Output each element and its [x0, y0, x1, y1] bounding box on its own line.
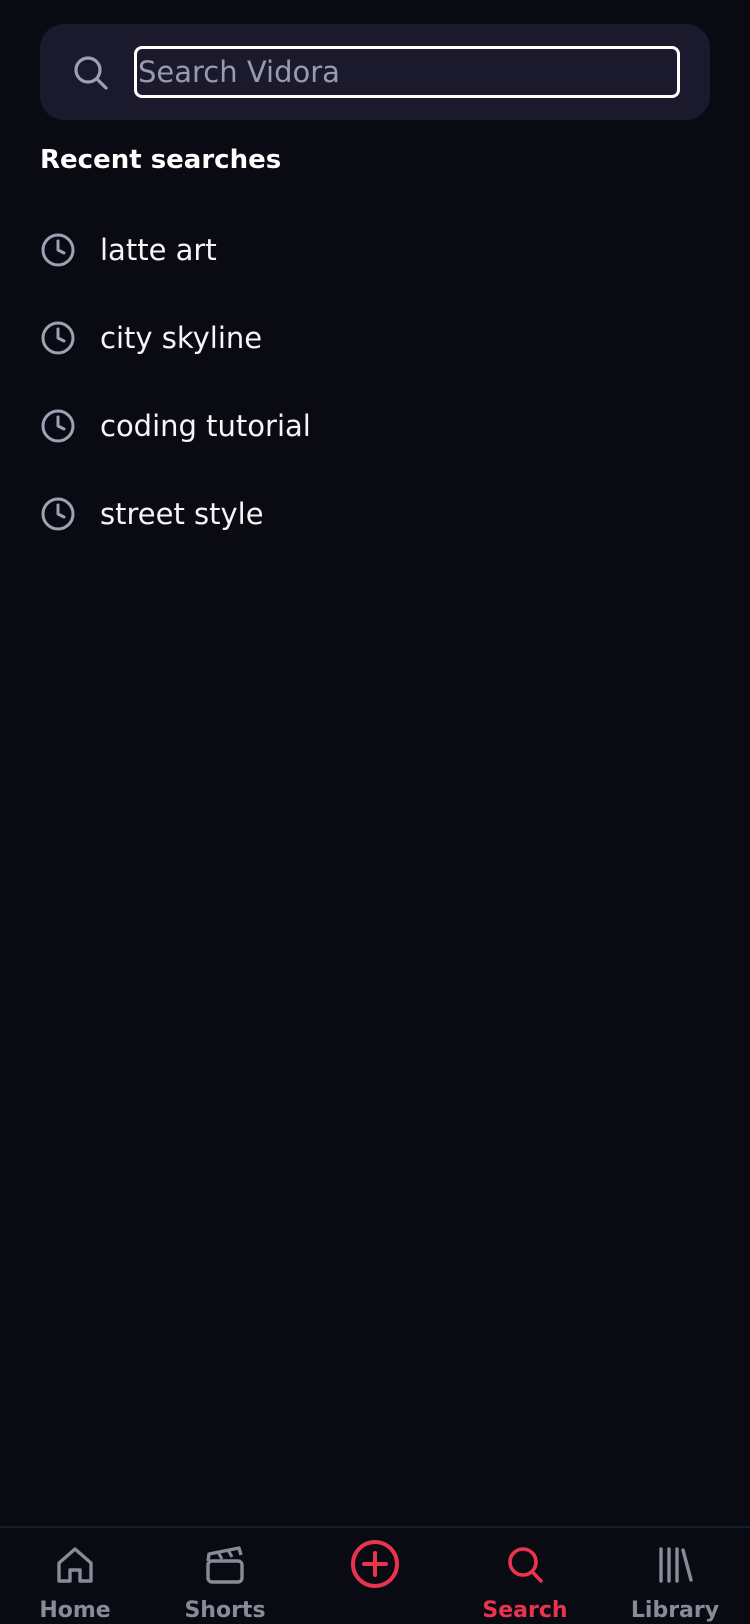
bottom-tab-bar: Home Shorts Search Library [0, 1526, 750, 1624]
tab-library-label: Library [630, 1598, 720, 1623]
create-plus-icon [351, 1540, 399, 1588]
recent-search-item[interactable]: coding tutorial [0, 382, 750, 470]
recent-search-label: coding tutorial [100, 409, 311, 443]
tab-home-label: Home [39, 1598, 111, 1623]
recent-search-item[interactable]: city skyline [0, 294, 750, 382]
tab-create[interactable] [300, 1528, 450, 1624]
recent-search-item[interactable]: street style [0, 470, 750, 558]
recent-searches-title: Recent searches [40, 145, 282, 175]
search-screen: Recent searches latte art city skyline c… [0, 0, 750, 1624]
search-icon [508, 1547, 543, 1583]
library-icon [659, 1547, 693, 1583]
tab-search[interactable]: Search [450, 1528, 600, 1624]
tab-shorts[interactable]: Shorts [150, 1528, 300, 1624]
tab-library[interactable]: Library [600, 1528, 750, 1624]
recent-search-label: city skyline [100, 321, 263, 355]
tab-shorts-label: Shorts [184, 1598, 266, 1623]
tab-home[interactable]: Home [0, 1528, 150, 1624]
home-icon [57, 1547, 93, 1583]
clapperboard-icon [206, 1546, 244, 1584]
tab-search-label: Search [482, 1598, 568, 1623]
clock-icon [41, 497, 75, 531]
search-bar [40, 24, 710, 120]
search-icon [74, 56, 108, 90]
recent-search-item[interactable]: latte art [0, 206, 750, 294]
clock-icon [41, 233, 75, 267]
recent-search-label: latte art [100, 233, 217, 267]
clock-icon [41, 409, 75, 443]
recent-search-label: street style [100, 497, 264, 531]
clock-icon [41, 321, 75, 355]
search-input[interactable] [134, 46, 680, 98]
recent-searches-list: latte art city skyline coding tutorial s… [0, 206, 750, 558]
